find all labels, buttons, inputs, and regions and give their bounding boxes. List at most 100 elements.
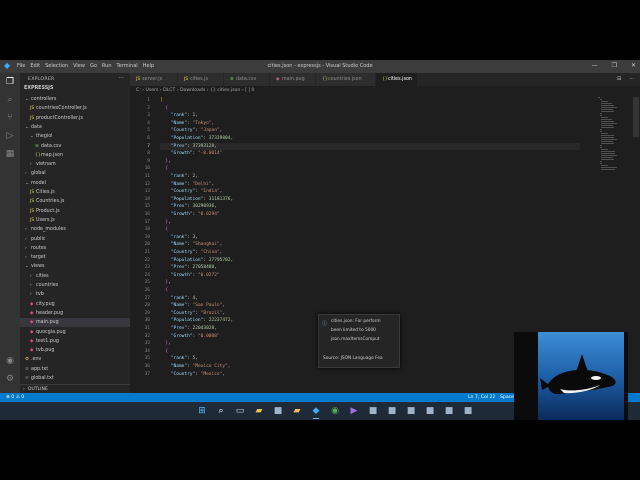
tree-folder[interactable]: › global bbox=[20, 169, 130, 178]
code-line[interactable]: "rank": 3, bbox=[160, 234, 580, 242]
account-icon[interactable]: ◉ bbox=[5, 356, 15, 366]
editor-tab[interactable]: {}cities.json bbox=[376, 73, 418, 86]
code-line[interactable]: "Growth": "-0.0014" bbox=[160, 150, 580, 158]
code-line[interactable]: "Population": 31181376, bbox=[160, 196, 580, 204]
task-view-icon[interactable]: ▭ bbox=[234, 405, 246, 417]
tree-file[interactable]: ◆ city.pug bbox=[20, 300, 130, 309]
vertical-scrollbar[interactable] bbox=[633, 97, 639, 137]
code-line[interactable]: "rank": 1, bbox=[160, 112, 580, 120]
code-line[interactable]: "Name": "Shanghai", bbox=[160, 241, 580, 249]
tree-file[interactable]: ⚙ .env bbox=[20, 355, 130, 364]
tree-folder[interactable]: ⌄ views bbox=[20, 262, 130, 271]
tree-folder[interactable]: ⌄ data bbox=[20, 123, 130, 132]
tree-folder[interactable]: › public bbox=[20, 235, 130, 244]
search-icon[interactable]: ⌕ bbox=[215, 405, 227, 417]
file-explorer-icon[interactable]: ▰ bbox=[253, 405, 265, 417]
more-actions-icon[interactable]: ··· bbox=[629, 76, 634, 82]
source-control-icon[interactable]: ⑂ bbox=[5, 113, 15, 123]
tree-folder[interactable]: ⌄ thegioi bbox=[20, 132, 130, 141]
code-line[interactable]: "Prev": 37393128, bbox=[160, 142, 580, 151]
code-line[interactable]: { bbox=[160, 105, 580, 113]
code-line[interactable]: [ bbox=[160, 97, 580, 105]
tree-file[interactable]: ≡ app.txt bbox=[20, 365, 130, 374]
code-line[interactable]: "Population": 27795702, bbox=[160, 257, 580, 265]
tree-file[interactable]: JS Cities.js bbox=[20, 188, 130, 197]
tree-folder[interactable]: ⌄ controllers bbox=[20, 95, 130, 104]
chrome-icon[interactable]: ◉ bbox=[329, 405, 341, 417]
code-line[interactable]: { bbox=[160, 226, 580, 234]
tree-file[interactable]: ◆ test1.pug bbox=[20, 337, 130, 346]
tree-file[interactable]: JS Users.js bbox=[20, 216, 130, 225]
code-line[interactable]: "Country": "China", bbox=[160, 249, 580, 257]
tree-file[interactable]: ◆ main.pug bbox=[20, 318, 130, 328]
tree-file[interactable]: ≡ data.csv bbox=[20, 142, 130, 151]
folder-icon[interactable]: ▰ bbox=[291, 405, 303, 417]
code-line[interactable]: "rank": 4, bbox=[160, 295, 580, 303]
tree-file[interactable]: ◆ tvb.pug bbox=[20, 346, 130, 355]
tree-file[interactable]: ◆ quocgia.pug bbox=[20, 328, 130, 337]
vscode-icon[interactable]: ◆ bbox=[310, 405, 322, 419]
tree-folder[interactable]: ⌄ model bbox=[20, 179, 130, 188]
code-line[interactable]: "Name": "Sao Paulo", bbox=[160, 302, 580, 310]
code-line[interactable]: "Prev": 27058480, bbox=[160, 264, 580, 272]
more-actions-icon[interactable]: ··· bbox=[118, 75, 124, 82]
tree-file[interactable]: {}map.json bbox=[20, 151, 130, 160]
code-line[interactable]: "Growth": "0.0294" bbox=[160, 211, 580, 219]
tree-file[interactable]: ≡ global.txt bbox=[20, 374, 130, 383]
code-line[interactable]: }, bbox=[160, 279, 580, 287]
explorer-icon[interactable]: ❐ bbox=[5, 77, 15, 87]
tree-folder[interactable]: › routes bbox=[20, 244, 130, 253]
code-line[interactable]: "Growth": "0.0272" bbox=[160, 272, 580, 280]
app-icon[interactable]: ■ bbox=[462, 405, 474, 417]
tree-file[interactable]: JS countriesController.js bbox=[20, 104, 130, 113]
split-editor-icon[interactable]: ⊟ bbox=[617, 76, 621, 82]
code-line[interactable]: "rank": 2, bbox=[160, 173, 580, 181]
cursor-position[interactable]: Ln 7, Col 22 bbox=[468, 393, 495, 402]
app-icon[interactable]: ■ bbox=[386, 405, 398, 417]
code-line[interactable]: "Country": "India", bbox=[160, 188, 580, 196]
breadcrumb[interactable]: C: › Users › DLCT › Downloads › {} citie… bbox=[136, 88, 254, 93]
close-icon[interactable]: ✕ bbox=[631, 62, 636, 70]
app-icon[interactable]: ■ bbox=[367, 405, 379, 417]
minimize-icon[interactable]: — bbox=[592, 62, 598, 70]
code-line[interactable]: "Country": "Japan", bbox=[160, 127, 580, 135]
tree-folder[interactable]: › vietnam bbox=[20, 160, 130, 169]
app-icon[interactable]: ■ bbox=[424, 405, 436, 417]
code-line[interactable]: }, bbox=[160, 219, 580, 227]
editor-tab[interactable]: ◆ main.pug bbox=[270, 73, 316, 86]
extensions-icon[interactable]: ▦ bbox=[5, 149, 15, 159]
tree-folder[interactable]: › node_modules bbox=[20, 225, 130, 234]
code-line[interactable]: }, bbox=[160, 158, 580, 166]
code-line[interactable]: { bbox=[160, 165, 580, 173]
editor-tab[interactable]: {}countries.json bbox=[316, 73, 376, 86]
app-icon[interactable]: ■ bbox=[405, 405, 417, 417]
code-line[interactable]: "Prev": 30290936, bbox=[160, 203, 580, 211]
code-line[interactable]: "Name": "Delhi", bbox=[160, 181, 580, 189]
tree-folder[interactable]: › cities bbox=[20, 272, 130, 281]
code-line[interactable]: "Name": "Tokyo", bbox=[160, 120, 580, 128]
restore-icon[interactable]: ❐ bbox=[612, 62, 617, 70]
tree-file[interactable]: JS Countries.js bbox=[20, 197, 130, 206]
code-line[interactable]: "Population": 37339804, bbox=[160, 135, 580, 143]
code-line[interactable]: { bbox=[160, 287, 580, 295]
tree-file[interactable]: JS Product.js bbox=[20, 207, 130, 216]
project-root[interactable]: EXPRESSJS bbox=[24, 86, 53, 91]
visual-studio-icon[interactable]: ▶ bbox=[348, 405, 360, 417]
notification-toast[interactable]: ⓘ cities.json: For perform been limited … bbox=[318, 314, 400, 368]
editor-tab[interactable]: JS server.js bbox=[130, 73, 178, 86]
tree-folder[interactable]: › countries bbox=[20, 281, 130, 290]
app-icon[interactable]: ■ bbox=[443, 405, 455, 417]
tree-file[interactable]: JS productController.js bbox=[20, 114, 130, 123]
search-icon[interactable]: ⌕ bbox=[5, 95, 15, 105]
run-debug-icon[interactable]: ▷ bbox=[5, 131, 15, 141]
problems-status[interactable]: ⊗ 0 ⚠ 0 bbox=[6, 393, 24, 402]
editor-tab[interactable]: ≡ data.csv bbox=[224, 73, 270, 86]
manage-icon[interactable]: ⚙ bbox=[5, 374, 15, 384]
windows-start-icon[interactable]: ⊞ bbox=[196, 405, 208, 417]
editor-tab[interactable]: JS cities.js bbox=[178, 73, 224, 86]
tree-folder[interactable]: › tvb bbox=[20, 290, 130, 299]
tree-file[interactable]: ◆ header.pug bbox=[20, 309, 130, 318]
app-icon[interactable]: ■ bbox=[272, 405, 284, 417]
tree-folder[interactable]: › target bbox=[20, 253, 130, 262]
minimap-line bbox=[601, 125, 614, 127]
